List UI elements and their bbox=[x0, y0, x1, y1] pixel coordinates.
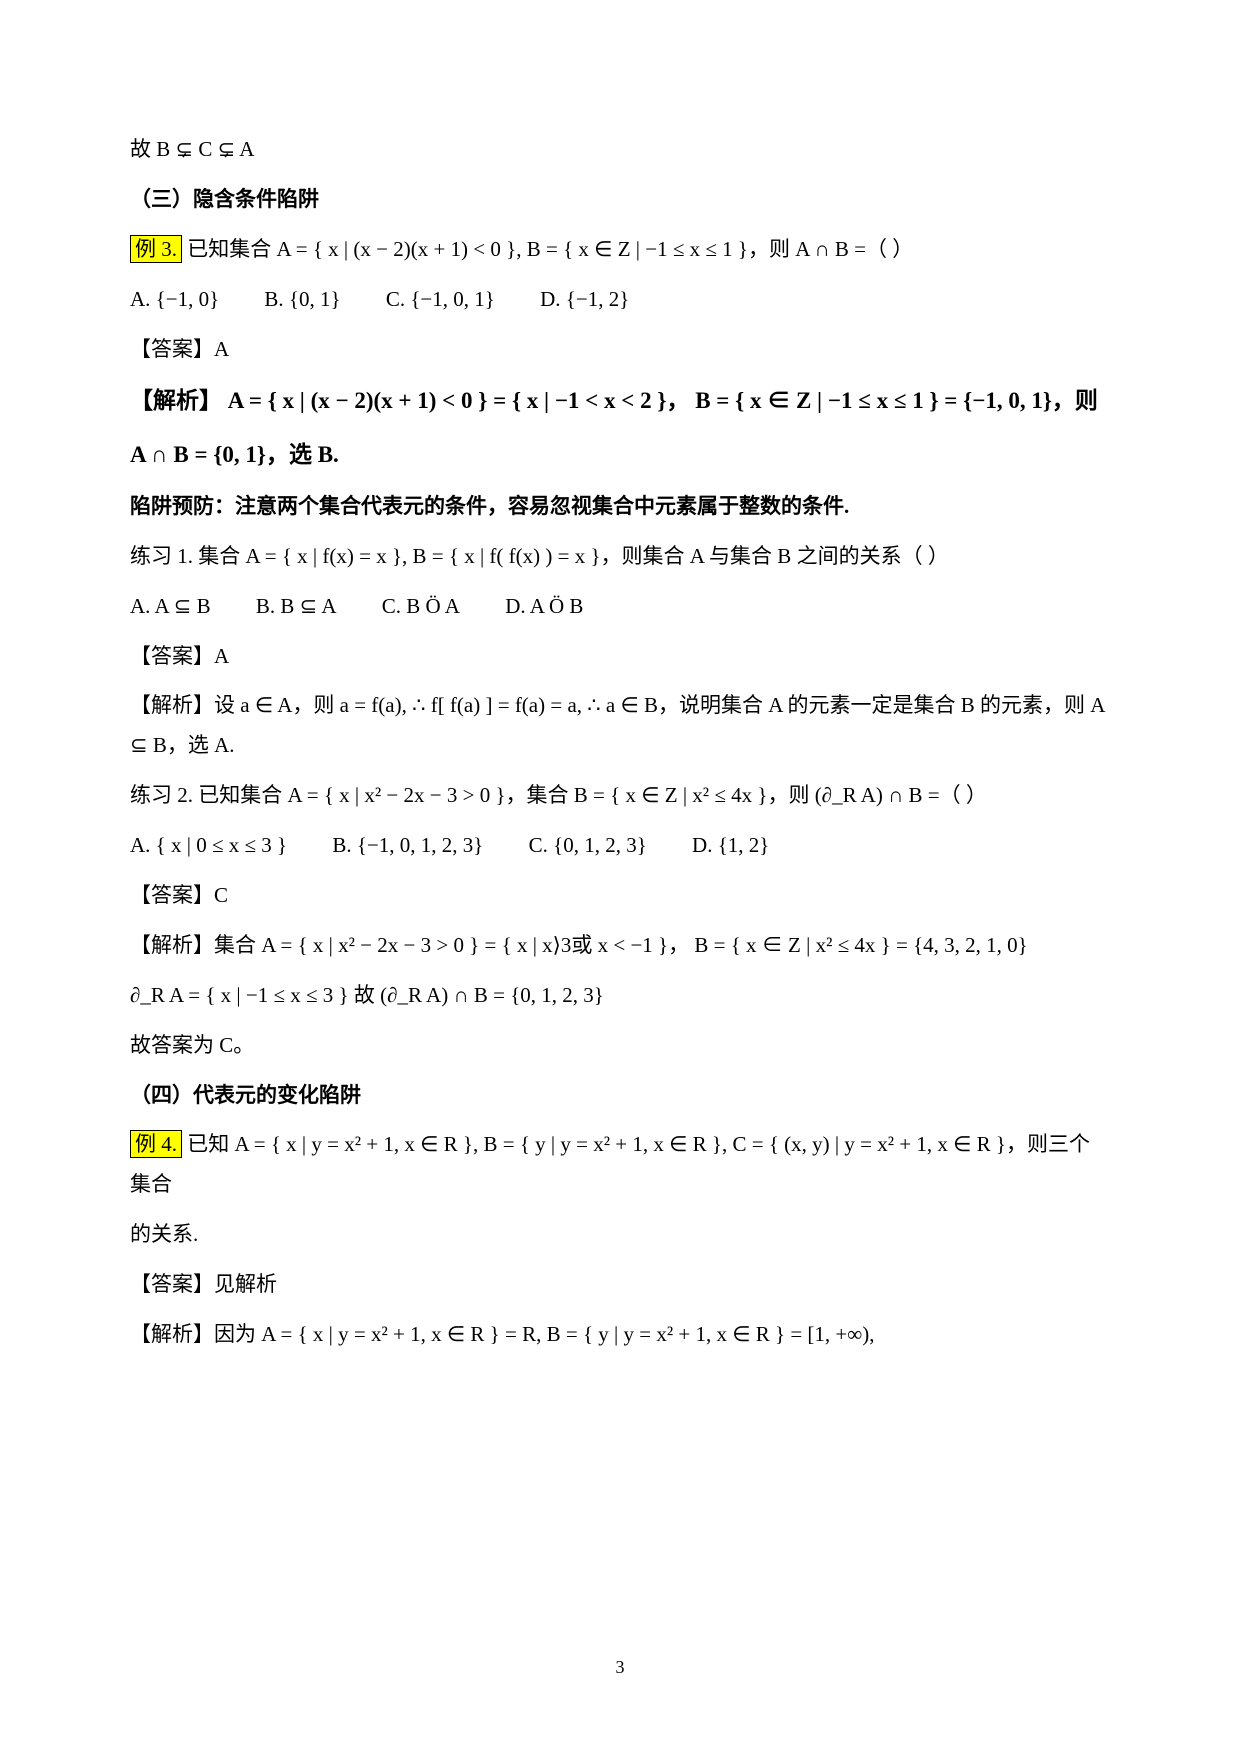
example-4-label: 例 4. bbox=[130, 1130, 182, 1158]
practice-2-final: 故答案为 C。 bbox=[130, 1026, 1110, 1066]
ex3-opt-b: B. {0, 1} bbox=[264, 280, 340, 320]
example-3-stem: 已知集合 A = { x | (x − 2)(x + 1) < 0 }, B =… bbox=[187, 237, 913, 261]
practice-1-options: A. A ⊆ B B. B ⊆ A C. B Ö A D. A Ö B bbox=[130, 587, 1110, 627]
example-3-answer: 【答案】A bbox=[130, 330, 1110, 370]
pr1-opt-d: D. A Ö B bbox=[505, 587, 583, 627]
trap-note: 陷阱预防：注意两个集合代表元的条件，容易忽视集合中元素属于整数的条件. bbox=[130, 487, 1110, 527]
ex3-sol-body1: A = { x | (x − 2)(x + 1) < 0 } = { x | −… bbox=[228, 388, 1098, 413]
line-conclusion: 故 B ⊊ C ⊊ A bbox=[130, 130, 1110, 170]
example-4-stem-1: 已知 A = { x | y = x² + 1, x ∈ R }, B = { … bbox=[130, 1132, 1090, 1196]
example-3-solution: 【解析】 A = { x | (x − 2)(x + 1) < 0 } = { … bbox=[130, 379, 1110, 423]
practice-2-stem: 练习 2. 已知集合 A = { x | x² − 2x − 3 > 0 }，集… bbox=[130, 776, 1110, 816]
practice-1-answer: 【答案】A bbox=[130, 637, 1110, 677]
example-3-solution-2: A ∩ B = {0, 1}，选 B. bbox=[130, 433, 1110, 477]
practice-2-options: A. { x | 0 ≤ x ≤ 3 } B. {−1, 0, 1, 2, 3}… bbox=[130, 826, 1110, 866]
example-4-answer: 【答案】见解析 bbox=[130, 1265, 1110, 1305]
example-3-label: 例 3. bbox=[130, 235, 182, 263]
ex3-opt-d: D. {−1, 2} bbox=[540, 280, 629, 320]
pr1-opt-b: B. B ⊆ A bbox=[256, 587, 337, 627]
practice-1-solution: 【解析】设 a ∈ A，则 a = f(a), ∴ f[ f(a) ] = f(… bbox=[130, 686, 1110, 766]
section-4-title: （四）代表元的变化陷阱 bbox=[130, 1076, 1110, 1116]
example-3-options: A. {−1, 0} B. {0, 1} C. {−1, 0, 1} D. {−… bbox=[130, 280, 1110, 320]
pr2-opt-d: D. {1, 2} bbox=[692, 826, 769, 866]
practice-2-solution-2: ∂_R A = { x | −1 ≤ x ≤ 3 } 故 (∂_R A) ∩ B… bbox=[130, 976, 1110, 1016]
practice-2-answer: 【答案】C bbox=[130, 876, 1110, 916]
pr2-opt-c: C. {0, 1, 2, 3} bbox=[529, 826, 647, 866]
ex3-opt-c: C. {−1, 0, 1} bbox=[386, 280, 495, 320]
ex3-sol-label: 【解析】 bbox=[130, 388, 222, 413]
example-4-solution: 【解析】因为 A = { x | y = x² + 1, x ∈ R } = R… bbox=[130, 1315, 1110, 1355]
ex3-opt-a: A. {−1, 0} bbox=[130, 280, 219, 320]
example-4: 例 4. 已知 A = { x | y = x² + 1, x ∈ R }, B… bbox=[130, 1125, 1110, 1205]
pr2-opt-b: B. {−1, 0, 1, 2, 3} bbox=[332, 826, 483, 866]
example-4-stem-2: 的关系. bbox=[130, 1215, 1110, 1255]
pr1-opt-a: A. A ⊆ B bbox=[130, 587, 211, 627]
pr1-opt-c: C. B Ö A bbox=[382, 587, 460, 627]
practice-1-stem: 练习 1. 集合 A = { x | f(x) = x }, B = { x |… bbox=[130, 537, 1110, 577]
practice-2-solution-1: 【解析】集合 A = { x | x² − 2x − 3 > 0 } = { x… bbox=[130, 926, 1110, 966]
section-3-title: （三）隐含条件陷阱 bbox=[130, 180, 1110, 220]
pr2-opt-a: A. { x | 0 ≤ x ≤ 3 } bbox=[130, 826, 287, 866]
example-3: 例 3. 已知集合 A = { x | (x − 2)(x + 1) < 0 }… bbox=[130, 230, 1110, 270]
page-number: 3 bbox=[0, 1650, 1240, 1684]
